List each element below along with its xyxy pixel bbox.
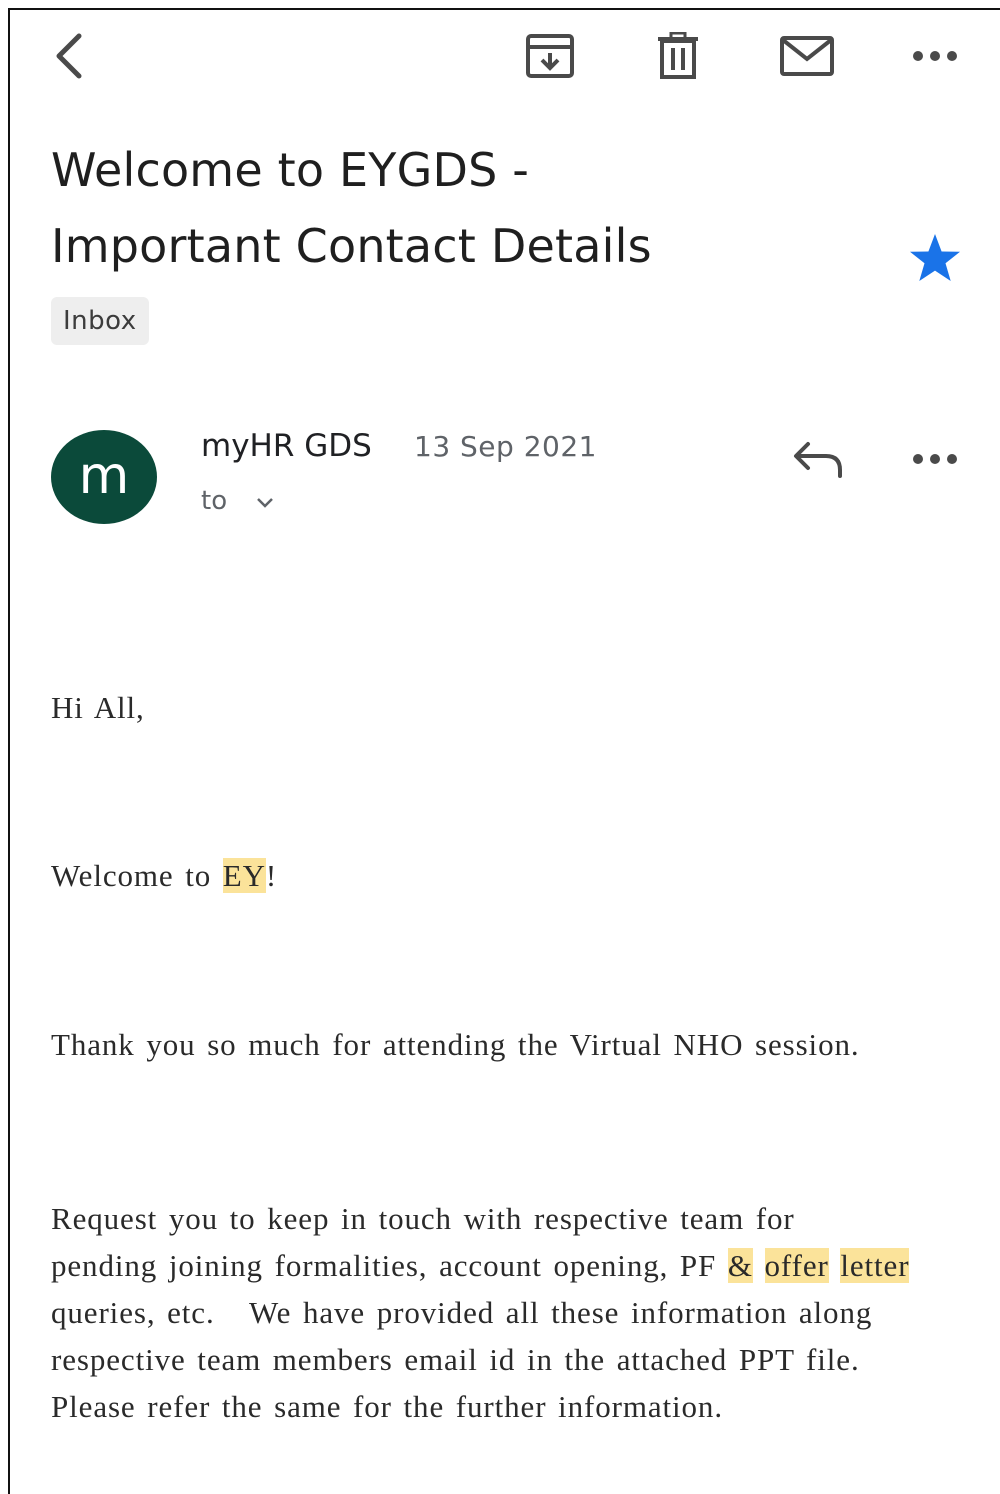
reply-button[interactable] [788, 436, 848, 482]
request-line-2: pending joining formalities, account ope… [51, 1242, 991, 1289]
mail-icon [780, 36, 834, 76]
delete-button[interactable] [652, 30, 704, 82]
subject-line-2: Important Contact Details [51, 219, 652, 273]
sender-avatar: m [51, 430, 157, 524]
more-horizontal-icon [913, 454, 957, 464]
delete-icon [658, 32, 698, 79]
star-icon [910, 234, 960, 281]
reply-icon [794, 442, 842, 478]
star-button[interactable] [904, 230, 966, 286]
email-date: 13 Sep 2021 [414, 430, 597, 463]
body-request-paragraph: Request you to keep in touch with respec… [51, 1195, 991, 1430]
archive-icon [526, 34, 574, 78]
sender-name: myHR GDS [201, 428, 372, 464]
highlight-ey: EY [222, 858, 266, 893]
body-greeting: Hi All, [51, 690, 145, 725]
email-subject: Welcome to EYGDS - Important Contact Det… [51, 132, 811, 284]
inbox-label-chip[interactable]: Inbox [51, 297, 149, 345]
arrow-back-icon [56, 33, 82, 79]
archive-button[interactable] [522, 30, 578, 82]
highlight-ampersand: & [727, 1248, 753, 1283]
welcome-text: Welcome to [51, 858, 223, 893]
more-horizontal-icon [913, 51, 957, 61]
request-line-5: Please refer the same for the further in… [51, 1389, 723, 1424]
message-more-button[interactable] [908, 443, 962, 475]
request-line-2-text: pending joining formalities, account ope… [51, 1248, 728, 1283]
highlight-letter: letter [840, 1248, 910, 1283]
body-welcome: Welcome to EY! [51, 858, 277, 894]
more-options-button[interactable] [908, 40, 962, 72]
back-button[interactable] [44, 28, 92, 84]
request-line-4: respective team members email id in the … [51, 1342, 860, 1377]
highlight-offer: offer [764, 1248, 829, 1283]
welcome-exclaim: ! [265, 858, 278, 893]
mark-unread-button[interactable] [776, 32, 838, 80]
request-line-1: Request you to keep in touch with respec… [51, 1201, 795, 1236]
to-label: to [201, 486, 228, 516]
body-thanks: Thank you so much for attending the Virt… [51, 1027, 860, 1062]
chevron-down-icon [257, 497, 274, 508]
recipients-toggle[interactable]: to [201, 484, 275, 518]
subject-line-1: Welcome to EYGDS - [51, 143, 530, 197]
request-line-3: queries, etc. We have provided all these… [51, 1295, 873, 1330]
